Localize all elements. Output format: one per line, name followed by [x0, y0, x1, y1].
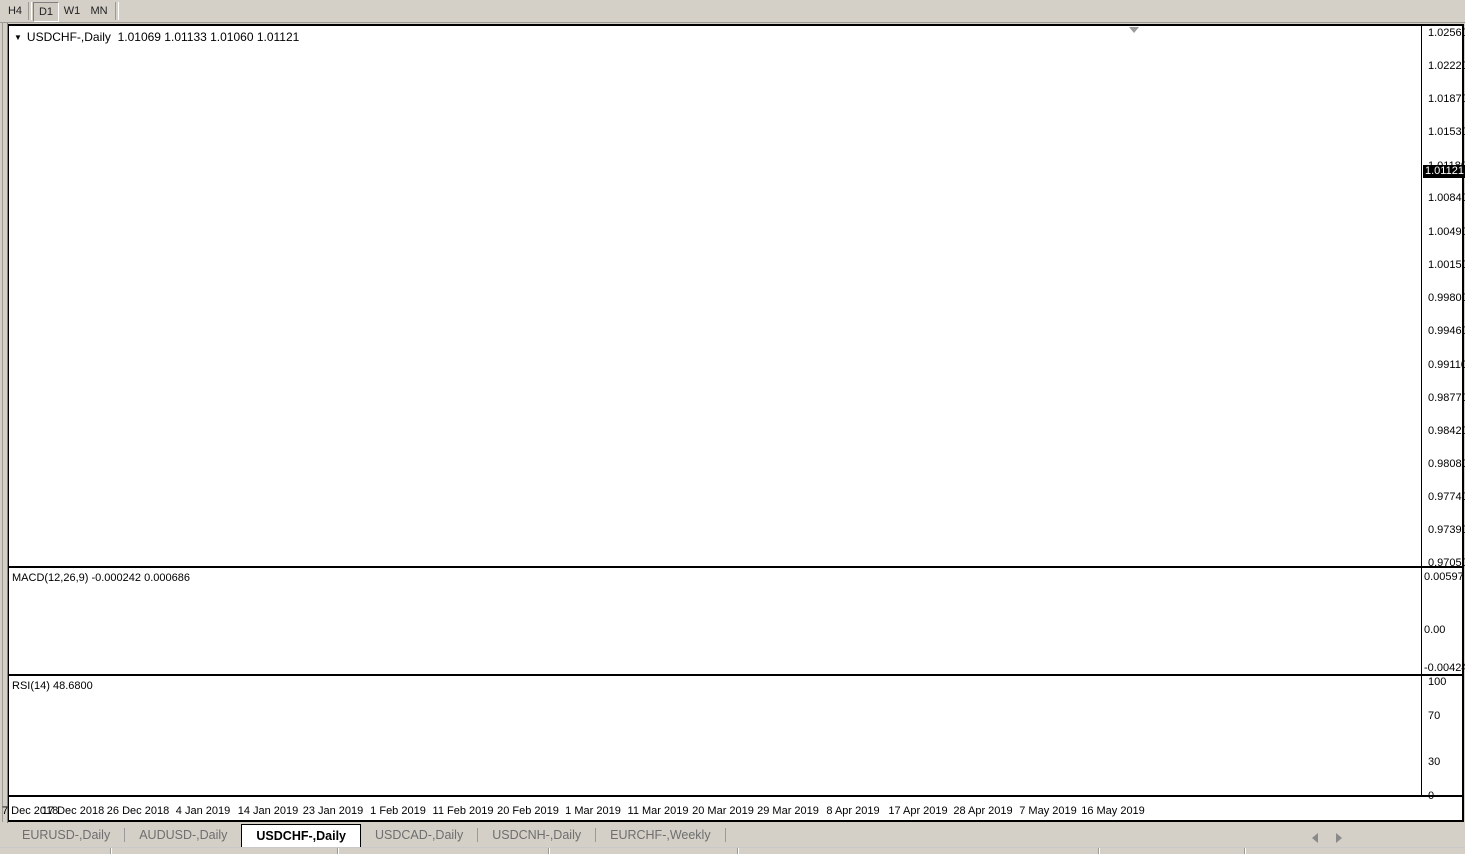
rsi-label: RSI(14) 48.6800 [12, 680, 93, 692]
time-axis-label: 8 Apr 2019 [826, 805, 880, 817]
chart-symbol-label: USDCHF-,Daily [26, 30, 111, 44]
status-separator [337, 848, 339, 854]
macd-axis-label: 0.00 [1424, 624, 1446, 636]
price-axis-label: 0.99110 [1428, 358, 1465, 371]
status-separator [1098, 848, 1100, 854]
rsi-axis-label: 0 [1428, 790, 1435, 802]
tab-divider [724, 828, 726, 842]
price-axis-label: 1.02560 [1428, 27, 1465, 39]
time-axis-label: 1 Mar 2019 [565, 805, 621, 817]
time-axis-label: 20 Mar 2019 [692, 805, 754, 817]
price-axis-label: 1.02220 [1428, 59, 1465, 72]
time-axis-label: 29 Mar 2019 [757, 805, 819, 817]
time-axis-label: 4 Jan 2019 [175, 805, 231, 817]
status-separator [110, 848, 112, 854]
price-axis-label: 0.99800 [1428, 292, 1465, 305]
status-bar [0, 847, 1465, 854]
tab-eurchf[interactable]: EURCHF-,Weekly [596, 823, 724, 847]
price-axis-label: 0.98770 [1428, 391, 1465, 404]
price-axis-label: 1.01530 [1428, 126, 1465, 139]
time-axis-label: 17 Apr 2019 [888, 805, 948, 817]
price-axis-label: 1.00840 [1428, 192, 1465, 205]
price-axis-label: 1.00490 [1428, 226, 1465, 239]
chart-window [7, 24, 1464, 822]
status-separator [1244, 848, 1246, 854]
tab-scroll-left-icon[interactable] [1312, 833, 1318, 843]
timeframe-button-d1[interactable]: D1 [33, 2, 59, 22]
price-axis-label: 0.98420 [1428, 425, 1465, 438]
tab-scroll-right-icon[interactable] [1336, 833, 1342, 843]
toolbar-separator [28, 2, 32, 20]
price-axis-label: 0.97390 [1428, 524, 1465, 537]
timeframe-button-w1[interactable]: W1 [60, 2, 84, 20]
macd-axis-label: 0.00597 [1424, 570, 1464, 583]
dock-frame-groove [2, 23, 3, 822]
chart-ohlc-values: 1.01069 1.01133 1.01060 1.01121 [117, 30, 300, 44]
time-axis-label: 1 Feb 2019 [370, 805, 426, 817]
price-axis-label: 0.99460 [1428, 325, 1465, 338]
rsi-pane-border [8, 674, 1463, 676]
tab-usdcnh[interactable]: USDCNH-,Daily [478, 823, 595, 847]
rsi-axis-label: 100 [1428, 676, 1447, 688]
time-axis-label: 26 Dec 2018 [106, 805, 170, 817]
tab-usdchf[interactable]: USDCHF-,Daily [241, 824, 361, 847]
price-axis-divider [1421, 26, 1422, 795]
price-axis-label: 0.98080 [1428, 457, 1465, 470]
status-separator [737, 848, 739, 854]
time-axis-label: 11 Feb 2019 [432, 805, 494, 817]
macd-label: MACD(12,26,9) -0.000242 0.000686 [12, 572, 190, 584]
time-axis-label: 28 Apr 2019 [953, 805, 1013, 817]
current-price-tag: 1.01121 [1423, 164, 1465, 178]
status-separator [548, 848, 550, 854]
rsi-axis-label: 30 [1428, 755, 1441, 768]
rsi-axis-label: 70 [1428, 710, 1441, 723]
timeframe-button-h4[interactable]: H4 [3, 2, 27, 20]
price-axis-label: 0.97740 [1428, 490, 1465, 503]
time-axis-label: 16 May 2019 [1081, 805, 1145, 817]
macd-pane-border [8, 566, 1463, 568]
price-axis-label: 1.01870 [1428, 93, 1465, 106]
symbol-tab-bar: EURUSD-,Daily AUDUSD-,Daily USDCHF-,Daily U… [0, 823, 1465, 847]
timeframe-button-mn[interactable]: MN [87, 2, 111, 20]
time-axis-label: 11 Mar 2019 [627, 805, 689, 817]
time-axis-label: 14 Jan 2019 [237, 805, 299, 817]
time-axis-label: 20 Feb 2019 [497, 805, 559, 817]
chart-title: ▼ USDCHF-,Daily 1.01069 1.01133 1.01060 1… [14, 30, 299, 44]
time-axis-label: 17 Dec 2018 [41, 805, 105, 817]
toolbar-separator [115, 2, 119, 20]
metatrader-screen: H4 D1 W1 MN ▼ USDCHF-,Daily 1.01069 1.01133 … [0, 0, 1465, 854]
macd-axis-label: -0.004243 [1424, 661, 1465, 674]
price-axis-label: 0.97050 [1428, 557, 1465, 569]
tab-audusd[interactable]: AUDUSD-,Daily [125, 823, 241, 847]
time-axis-border [8, 795, 1463, 797]
time-axis-label: 23 Jan 2019 [302, 805, 364, 817]
timeframe-toolbar: H4 D1 W1 MN [0, 0, 1465, 23]
tab-eurusd[interactable]: EURUSD-,Daily [8, 823, 124, 847]
scroll-to-end-marker-icon[interactable] [1129, 27, 1139, 33]
chart-dropdown-icon[interactable]: ▼ [14, 33, 22, 42]
price-axis-label: 1.00150 [1428, 258, 1465, 271]
tab-usdcad[interactable]: USDCAD-,Daily [361, 823, 477, 847]
time-axis-label: 7 May 2019 [1019, 805, 1077, 817]
